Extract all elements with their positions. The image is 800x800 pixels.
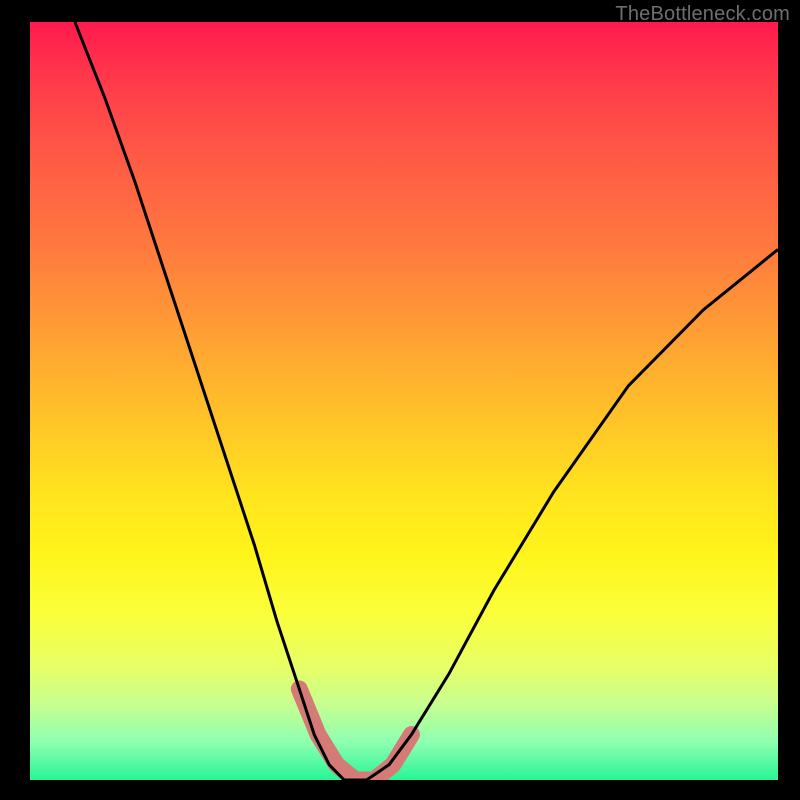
chart-frame: TheBottleneck.com: [0, 0, 800, 800]
plot-area: [30, 22, 778, 780]
curve-svg: [30, 22, 778, 780]
bottleneck-curve: [75, 22, 778, 780]
highlight-band: [299, 689, 411, 780]
